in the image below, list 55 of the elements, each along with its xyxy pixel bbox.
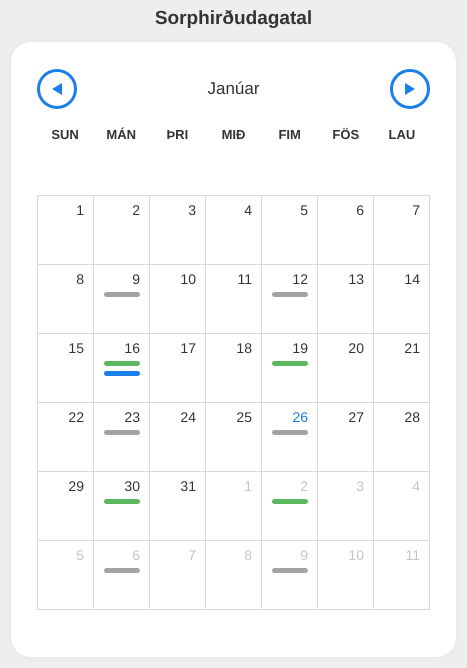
next-month-button[interactable] (390, 69, 430, 109)
day-number: 9 (132, 271, 140, 287)
day-number: 22 (68, 409, 84, 425)
day-number: 29 (68, 478, 84, 494)
app-title: Sorphirðudagatal (154, 8, 312, 30)
weekday-header: FÖS (332, 127, 360, 142)
day-number: 1 (76, 202, 84, 218)
previous-month-button[interactable] (37, 69, 77, 109)
right-triangle-icon (404, 82, 416, 96)
weekday-header: LAU (388, 127, 416, 142)
day-number: 21 (404, 340, 420, 356)
day-number: 28 (404, 409, 420, 425)
day-number: 26 (292, 409, 308, 425)
day-number: 12 (292, 271, 308, 287)
weekday-header: ÞRI (166, 127, 188, 142)
weekday-header: FIM (278, 127, 301, 142)
weekday-header: MÁN (106, 127, 136, 142)
day-number: 18 (236, 340, 252, 356)
day-number: 15 (68, 340, 84, 356)
day-number: 13 (348, 271, 364, 287)
weekday-header: SUN (51, 127, 79, 142)
day-number: 14 (404, 271, 420, 287)
day-number: 2 (300, 478, 308, 494)
day-number: 9 (300, 547, 308, 563)
day-number: 4 (412, 478, 420, 494)
day-number: 16 (124, 340, 140, 356)
day-number: 10 (348, 547, 364, 563)
day-number: 27 (348, 409, 364, 425)
day-number: 30 (124, 478, 140, 494)
day-number: 11 (237, 271, 252, 287)
weekday-header: MIÐ (222, 127, 246, 142)
left-triangle-icon (51, 82, 63, 96)
day-number: 5 (76, 547, 84, 563)
day-number: 4 (244, 202, 252, 218)
day-number: 20 (348, 340, 364, 356)
day-number: 19 (292, 340, 308, 356)
month-title: Janúar (208, 79, 260, 99)
day-number: 7 (412, 202, 420, 218)
day-number: 24 (180, 409, 196, 425)
day-number: 8 (244, 547, 252, 563)
day-number: 6 (132, 547, 140, 563)
day-number: 25 (236, 409, 252, 425)
day-number: 8 (76, 271, 84, 287)
day-number: 11 (405, 547, 420, 563)
day-number: 1 (244, 478, 252, 494)
day-number: 5 (300, 202, 308, 218)
day-number: 17 (180, 340, 196, 356)
day-number: 2 (132, 202, 140, 218)
day-number: 31 (180, 478, 196, 494)
day-number: 7 (188, 547, 196, 563)
day-number: 3 (188, 202, 196, 218)
day-number: 10 (180, 271, 196, 287)
day-number: 3 (356, 478, 364, 494)
day-number: 6 (356, 202, 364, 218)
day-number: 23 (124, 409, 140, 425)
